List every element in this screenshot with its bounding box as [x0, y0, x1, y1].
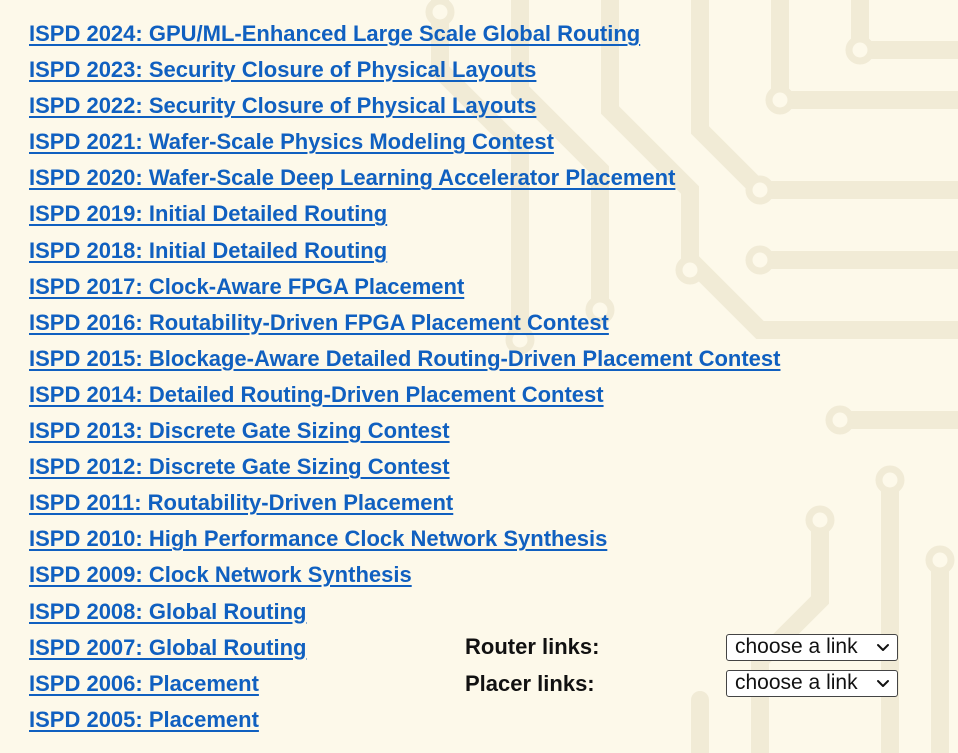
contest-link-2022[interactable]: ISPD 2022: Security Closure of Physical …	[29, 93, 536, 118]
list-item: ISPD 2010: High Performance Clock Networ…	[29, 523, 780, 559]
contest-link-2010[interactable]: ISPD 2010: High Performance Clock Networ…	[29, 526, 607, 551]
contest-link-2012[interactable]: ISPD 2012: Discrete Gate Sizing Contest	[29, 454, 450, 479]
list-item: ISPD 2014: Detailed Routing-Driven Place…	[29, 379, 780, 415]
contest-link-2007[interactable]: ISPD 2007: Global Routing	[29, 635, 306, 660]
contest-link-2018[interactable]: ISPD 2018: Initial Detailed Routing	[29, 238, 387, 263]
router-links-selected-value: choose a link	[735, 635, 858, 658]
contest-link-2009[interactable]: ISPD 2009: Clock Network Synthesis	[29, 562, 412, 587]
list-item: ISPD 2018: Initial Detailed Routing	[29, 235, 780, 271]
list-item: ISPD 2012: Discrete Gate Sizing Contest	[29, 451, 780, 487]
contest-link-2015[interactable]: ISPD 2015: Blockage-Aware Detailed Routi…	[29, 346, 780, 371]
list-item: ISPD 2017: Clock-Aware FPGA Placement	[29, 271, 780, 307]
list-item: ISPD 2006: Placement	[29, 668, 780, 704]
list-item: ISPD 2024: GPU/ML-Enhanced Large Scale G…	[29, 18, 780, 54]
contest-link-2011[interactable]: ISPD 2011: Routability-Driven Placement	[29, 490, 453, 515]
contest-link-2013[interactable]: ISPD 2013: Discrete Gate Sizing Contest	[29, 418, 450, 443]
list-item: ISPD 2015: Blockage-Aware Detailed Routi…	[29, 343, 780, 379]
contest-link-2020[interactable]: ISPD 2020: Wafer-Scale Deep Learning Acc…	[29, 165, 675, 190]
placer-links-selected-value: choose a link	[735, 671, 858, 694]
list-item: ISPD 2005: Placement	[29, 704, 780, 740]
list-item: ISPD 2011: Routability-Driven Placement	[29, 487, 780, 523]
contest-link-2005[interactable]: ISPD 2005: Placement	[29, 707, 259, 732]
list-item: ISPD 2016: Routability-Driven FPGA Place…	[29, 307, 780, 343]
list-item: ISPD 2008: Global Routing	[29, 596, 780, 632]
chevron-down-icon	[877, 644, 889, 651]
list-item: ISPD 2022: Security Closure of Physical …	[29, 90, 780, 126]
contest-link-2014[interactable]: ISPD 2014: Detailed Routing-Driven Place…	[29, 382, 604, 407]
router-links-select[interactable]: choose a link	[726, 634, 898, 661]
list-item: ISPD 2021: Wafer-Scale Physics Modeling …	[29, 126, 780, 162]
list-item: ISPD 2019: Initial Detailed Routing	[29, 198, 780, 234]
placer-links-label: Placer links:	[465, 671, 595, 696]
list-item: ISPD 2020: Wafer-Scale Deep Learning Acc…	[29, 162, 780, 198]
placer-links-select[interactable]: choose a link	[726, 670, 898, 697]
contest-list: ISPD 2024: GPU/ML-Enhanced Large Scale G…	[29, 18, 780, 740]
contest-link-2021[interactable]: ISPD 2021: Wafer-Scale Physics Modeling …	[29, 129, 554, 154]
list-item: ISPD 2009: Clock Network Synthesis	[29, 559, 780, 595]
contest-link-2008[interactable]: ISPD 2008: Global Routing	[29, 599, 306, 624]
contest-link-2019[interactable]: ISPD 2019: Initial Detailed Routing	[29, 201, 387, 226]
router-links-label: Router links:	[465, 634, 600, 659]
contest-link-2017[interactable]: ISPD 2017: Clock-Aware FPGA Placement	[29, 274, 464, 299]
contest-link-2023[interactable]: ISPD 2023: Security Closure of Physical …	[29, 57, 536, 82]
chevron-down-icon	[877, 680, 889, 687]
list-item: ISPD 2013: Discrete Gate Sizing Contest	[29, 415, 780, 451]
list-item: ISPD 2007: Global Routing	[29, 632, 780, 668]
contest-link-2024[interactable]: ISPD 2024: GPU/ML-Enhanced Large Scale G…	[29, 21, 640, 46]
list-item: ISPD 2023: Security Closure of Physical …	[29, 54, 780, 90]
contest-link-2016[interactable]: ISPD 2016: Routability-Driven FPGA Place…	[29, 310, 609, 335]
contest-link-2006[interactable]: ISPD 2006: Placement	[29, 671, 259, 696]
